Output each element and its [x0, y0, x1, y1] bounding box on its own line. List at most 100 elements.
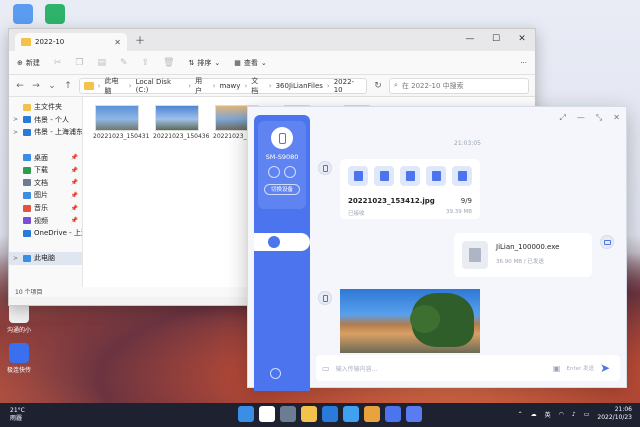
- refresh-icon[interactable]: ↻: [373, 81, 383, 91]
- more-button[interactable]: ···: [520, 59, 527, 67]
- close-button[interactable]: ✕: [509, 29, 535, 49]
- app-sidebar: SM-S9080 切换设备: [254, 115, 310, 391]
- task-view-icon[interactable]: [280, 406, 296, 422]
- breadcrumb[interactable]: 此电脑: [104, 76, 124, 96]
- breadcrumb[interactable]: 360JiLianFiles: [276, 82, 323, 90]
- up-arrow-icon[interactable]: ↑: [63, 81, 73, 91]
- minimize-button[interactable]: —: [457, 29, 483, 49]
- message-input[interactable]: ▭ 输入传输内容... ▣ Enter 发送 ➤: [316, 355, 620, 381]
- desktop-icon-app[interactable]: [38, 4, 72, 26]
- desktop-icon-recycle-bin[interactable]: [6, 4, 40, 26]
- chevron-right-icon[interactable]: >: [13, 129, 18, 136]
- back-arrow-icon[interactable]: ←: [15, 81, 25, 91]
- sidebar-item[interactable]: 图片 📌: [9, 189, 82, 202]
- sidebar-item-label: 视频: [34, 216, 48, 225]
- maximize-button[interactable]: ⤡: [596, 113, 602, 123]
- wifi-icon[interactable]: ◠: [559, 411, 564, 418]
- folder-icon: [23, 179, 31, 187]
- settings-icon[interactable]: [270, 368, 281, 379]
- chevron-right-icon[interactable]: >: [13, 255, 18, 262]
- search-icon[interactable]: [259, 406, 275, 422]
- received-images-message[interactable]: 20221023_153412.jpg 9/9 已接收 39.39 MB: [340, 159, 480, 219]
- paste-icon[interactable]: ▤: [98, 58, 107, 68]
- edge-icon[interactable]: [322, 406, 338, 422]
- pin-icon: 📌: [70, 191, 78, 199]
- rename-icon[interactable]: ✎: [120, 58, 128, 68]
- address-bar[interactable]: › 此电脑 › Local Disk (C:) › 用户 › mawy › 文档…: [79, 76, 367, 96]
- attach-file-icon[interactable]: ▭: [322, 364, 330, 373]
- received-photo[interactable]: [340, 289, 480, 353]
- shortcut-icon: [9, 303, 29, 323]
- sidebar-item[interactable]: > 此电脑: [9, 252, 82, 265]
- sidebar-item[interactable]: OneDrive - 上海: [9, 227, 82, 240]
- send-icon[interactable]: ➤: [600, 362, 614, 374]
- sidebar-item[interactable]: 主文件夹: [9, 101, 82, 114]
- breadcrumb[interactable]: Local Disk (C:): [136, 78, 185, 94]
- sidebar-item[interactable]: > 伟景 - 个人: [9, 114, 82, 127]
- sidebar-item[interactable]: 桌面 📌: [9, 151, 82, 164]
- sidebar-item[interactable]: > 伟景 - 上海浦东新区: [9, 126, 82, 139]
- jilian-icon[interactable]: [385, 406, 401, 422]
- close-button[interactable]: ✕: [613, 113, 620, 123]
- switch-device-button[interactable]: 切换设备: [264, 184, 300, 195]
- recycle-bin-icon: [13, 4, 33, 24]
- tab-title: 2022-10: [35, 38, 65, 46]
- forward-arrow-icon[interactable]: →: [31, 81, 41, 91]
- file-explorer-icon[interactable]: [301, 406, 317, 422]
- breadcrumb[interactable]: 用户: [195, 76, 209, 96]
- view-button[interactable]: ▦ 查看 ⌄: [234, 58, 267, 68]
- battery-icon[interactable]: ▭: [584, 411, 590, 418]
- input-hint: Enter 发送: [566, 366, 594, 372]
- pin-icon: 📌: [70, 217, 78, 225]
- file-item[interactable]: 20221023_150436: [153, 105, 209, 158]
- chevron-up-icon[interactable]: ⌃: [518, 411, 523, 418]
- maximize-button[interactable]: ☐: [483, 29, 509, 49]
- minimize-button[interactable]: —: [577, 113, 585, 123]
- chevron-down-icon: ⌄: [260, 58, 267, 67]
- sidebar-item[interactable]: 视频 📌: [9, 214, 82, 227]
- chrome-icon[interactable]: [364, 406, 380, 422]
- sort-button[interactable]: ⇅ 排序 ⌄: [189, 58, 221, 68]
- folder-icon: [23, 217, 31, 225]
- sent-file-message[interactable]: JiLian_100000.exe 36.90 MB / 已发送: [454, 233, 592, 277]
- app-icon[interactable]: [406, 406, 422, 422]
- device-stats: [258, 166, 306, 178]
- sidebar-item[interactable]: 文档 📌: [9, 177, 82, 190]
- desktop-icon-shortcut[interactable]: 沟通的小: [2, 303, 36, 334]
- delete-icon[interactable]: 🗑: [163, 58, 174, 68]
- sort-icon: ⇅: [188, 58, 195, 67]
- image-file-icon: [348, 166, 368, 186]
- desktop-icon-jilian[interactable]: 极连快传: [2, 343, 36, 374]
- file-item[interactable]: 20221023_150431: [93, 105, 149, 158]
- cut-icon[interactable]: ✂: [54, 58, 62, 68]
- new-button[interactable]: ⊕ 新建: [17, 58, 40, 68]
- explorer-tab[interactable]: 2022-10 ✕: [15, 33, 127, 51]
- copy-icon[interactable]: ❐: [75, 58, 83, 68]
- new-tab-button[interactable]: ＋: [135, 32, 145, 47]
- search-input[interactable]: ⌕ 在 2022-10 中搜索: [389, 77, 529, 94]
- monitor-icon: [45, 4, 65, 24]
- image-file-icon: [400, 166, 420, 186]
- pin-icon[interactable]: ⤢: [559, 113, 565, 123]
- image-attach-icon[interactable]: ▣: [553, 364, 561, 373]
- breadcrumb[interactable]: 文档: [251, 76, 265, 96]
- start-icon[interactable]: [238, 406, 254, 422]
- breadcrumb[interactable]: mawy: [219, 82, 240, 90]
- sidebar-item-label: 伟景 - 上海浦东新区: [34, 128, 82, 137]
- clock[interactable]: 21:06 2022/10/23: [597, 406, 632, 422]
- sidebar-item-transfer[interactable]: [254, 233, 310, 251]
- breadcrumb[interactable]: 2022-10: [334, 78, 362, 94]
- share-icon[interactable]: ⇪: [142, 58, 150, 68]
- cloud-icon[interactable]: ☁: [531, 411, 537, 418]
- close-tab-icon[interactable]: ✕: [114, 38, 121, 47]
- battery-icon: [268, 166, 280, 178]
- input-language[interactable]: 英: [545, 410, 551, 419]
- store-icon[interactable]: [343, 406, 359, 422]
- chevron-right-icon[interactable]: >: [13, 116, 18, 123]
- sidebar-item[interactable]: 下载 📌: [9, 164, 82, 177]
- volume-icon[interactable]: ♪: [572, 411, 576, 418]
- device-name: SM-S9080: [265, 153, 299, 161]
- chevron-down-icon[interactable]: ⌄: [47, 81, 57, 91]
- weather-widget[interactable]: 21°C 雨霾: [10, 407, 25, 423]
- sidebar-item[interactable]: 音乐 📌: [9, 202, 82, 215]
